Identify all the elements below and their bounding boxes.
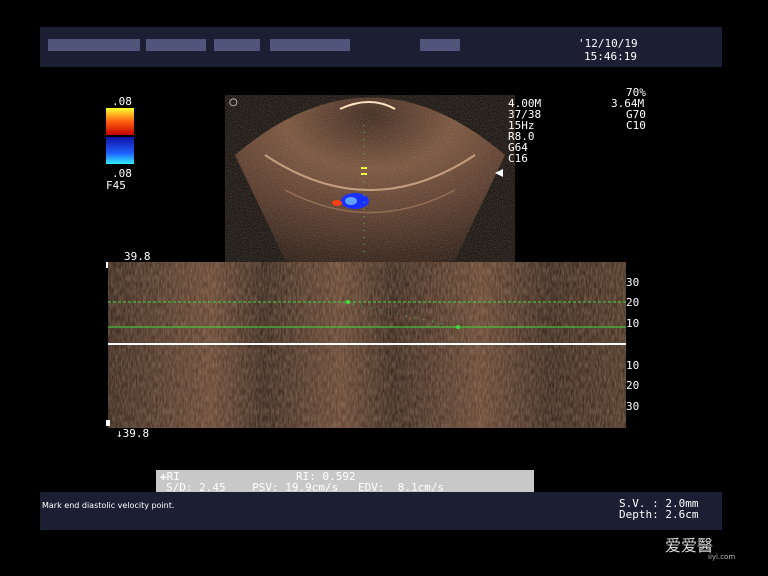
status-message: Mark end diastolic velocity point. <box>42 501 175 510</box>
velocity-tick-neg30: 30 <box>626 400 640 413</box>
color-scale-top-value: .08 <box>112 95 132 108</box>
color-filter-label: F45 <box>106 179 126 192</box>
header-date: '12/10/19 <box>578 37 638 50</box>
bmode-sector-image: ○ <box>229 97 505 265</box>
redacted-patient-info-2 <box>146 39 206 51</box>
color-velocity-scale <box>106 108 134 164</box>
header-time: 15:46:19 <box>584 50 637 63</box>
watermark-url: iiyi.com <box>708 553 736 561</box>
svg-text:○: ○ <box>229 97 238 108</box>
depth-value: Depth: 2.6cm <box>619 508 699 521</box>
redacted-patient-info-5 <box>420 39 460 51</box>
param-doppler-c: C10 <box>626 119 646 132</box>
spectral-top-scale: 39.8 <box>124 250 151 263</box>
velocity-tick-20: 20 <box>626 296 640 309</box>
redacted-patient-info-4 <box>270 39 350 51</box>
redacted-patient-info-3 <box>214 39 260 51</box>
velocity-tick-30: 30 <box>626 276 640 289</box>
scale-marker-bottom <box>106 420 110 426</box>
redacted-patient-info <box>48 39 140 51</box>
color-scale-bottom-value: .08 <box>112 167 132 180</box>
spectral-doppler-waveform <box>108 262 626 428</box>
velocity-tick-neg10: 10 <box>626 359 640 372</box>
velocity-tick-10: 10 <box>626 317 640 330</box>
spectral-bottom-scale: ↓39.8 <box>116 427 150 440</box>
param-c: C16 <box>508 152 528 165</box>
velocity-tick-neg20: 20 <box>626 379 640 392</box>
watermark-logo: 爱爱醫 <box>665 536 714 555</box>
